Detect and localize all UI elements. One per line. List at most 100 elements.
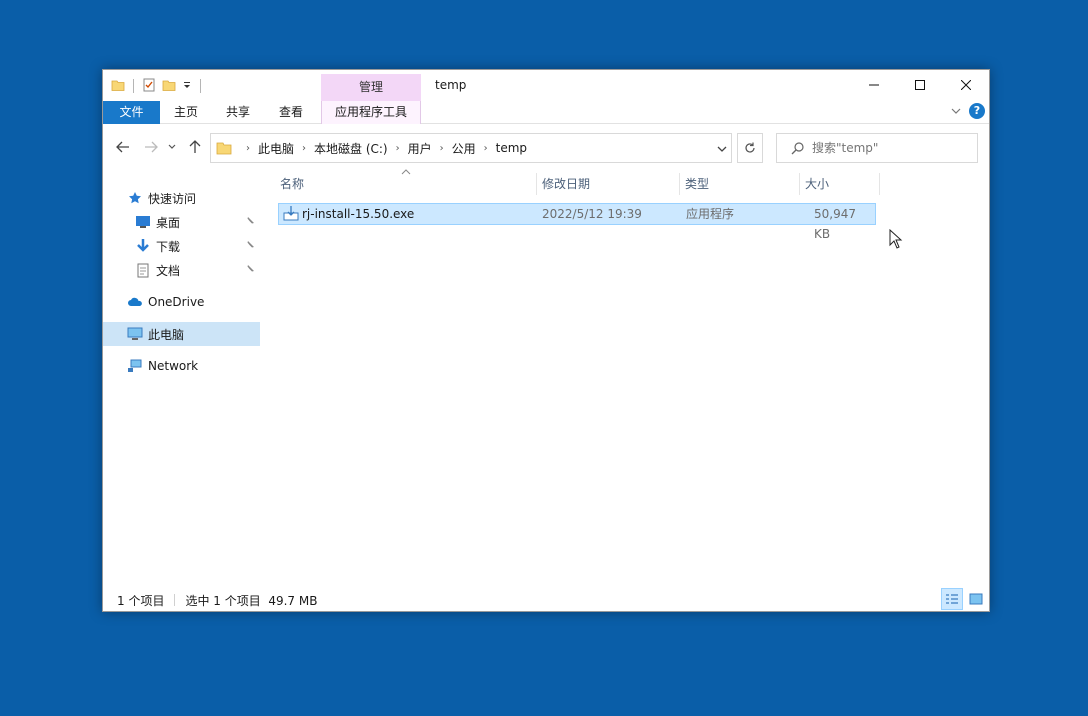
tab-view[interactable]: 查看 bbox=[268, 101, 314, 124]
nav-label: 快速访问 bbox=[148, 191, 197, 206]
column-header-name[interactable]: 名称 bbox=[274, 171, 536, 197]
back-arrow-icon bbox=[116, 141, 129, 153]
pin-icon[interactable] bbox=[245, 216, 255, 229]
installer-icon bbox=[283, 205, 299, 225]
breadcrumb-local-disk[interactable]: 本地磁盘 (C:) bbox=[314, 140, 388, 157]
search-input[interactable] bbox=[812, 141, 972, 155]
ribbon-right-controls: ? bbox=[951, 103, 985, 119]
pin-icon[interactable] bbox=[245, 264, 255, 277]
tab-file[interactable]: 文件 bbox=[103, 101, 160, 124]
desktop-icon bbox=[135, 214, 151, 230]
folder-icon bbox=[216, 140, 232, 156]
chevron-down-icon bbox=[168, 144, 176, 149]
forward-button[interactable] bbox=[141, 136, 161, 158]
nav-label: 文档 bbox=[156, 263, 181, 278]
details-view-button[interactable] bbox=[941, 588, 963, 610]
window-controls bbox=[851, 70, 989, 100]
cloud-icon bbox=[127, 294, 143, 310]
up-arrow-icon bbox=[189, 140, 201, 153]
mouse-cursor-icon bbox=[889, 228, 903, 252]
breadcrumb-public[interactable]: 公用 bbox=[452, 140, 476, 157]
close-button[interactable] bbox=[943, 70, 989, 100]
window-title: temp bbox=[435, 78, 467, 92]
column-header-size[interactable]: 大小 bbox=[799, 171, 879, 197]
nav-label: 下载 bbox=[156, 239, 181, 254]
network-icon bbox=[127, 358, 143, 374]
maximize-icon bbox=[915, 80, 925, 90]
refresh-button[interactable] bbox=[737, 133, 763, 163]
nav-label: 此电脑 bbox=[148, 327, 185, 342]
large-icons-view-button[interactable] bbox=[965, 588, 987, 610]
maximize-button[interactable] bbox=[897, 70, 943, 100]
explorer-window: 管理 temp 文件 主页 共享 查看 应用程序工具 ? › 此电脑 › 本地磁… bbox=[102, 69, 990, 612]
document-icon bbox=[135, 262, 151, 278]
title-bar: 管理 temp bbox=[103, 70, 989, 101]
breadcrumb: › 此电脑 › 本地磁盘 (C:) › 用户 › 公用 › temp bbox=[238, 140, 527, 157]
nav-quick-access[interactable]: 快速访问 bbox=[127, 186, 196, 210]
nav-onedrive[interactable]: OneDrive bbox=[127, 290, 204, 314]
file-size: 50,947 KB bbox=[814, 207, 856, 241]
minimize-icon bbox=[869, 84, 879, 86]
folder-icon bbox=[111, 78, 125, 95]
details-view-icon bbox=[946, 594, 958, 604]
nav-label: OneDrive bbox=[148, 295, 205, 309]
nav-desktop[interactable]: 桌面 bbox=[135, 210, 259, 234]
pin-icon[interactable] bbox=[245, 240, 255, 253]
nav-documents[interactable]: 文档 bbox=[135, 258, 259, 282]
nav-network[interactable]: Network bbox=[127, 354, 198, 378]
breadcrumb-separator-icon: › bbox=[302, 142, 307, 154]
address-bar[interactable]: › 此电脑 › 本地磁盘 (C:) › 用户 › 公用 › temp bbox=[210, 133, 732, 163]
nav-label: Network bbox=[148, 359, 199, 373]
breadcrumb-separator-icon: › bbox=[439, 142, 444, 154]
file-name[interactable]: rj-install-15.50.exe bbox=[302, 204, 414, 224]
breadcrumb-separator-icon: › bbox=[395, 142, 400, 154]
nav-this-pc[interactable]: 此电脑 bbox=[103, 322, 260, 346]
tab-application-tools[interactable]: 应用程序工具 bbox=[321, 101, 421, 124]
breadcrumb-temp[interactable]: temp bbox=[496, 141, 527, 155]
expand-ribbon-icon[interactable] bbox=[951, 104, 961, 118]
nav-label: 桌面 bbox=[156, 215, 181, 230]
breadcrumb-this-pc[interactable]: 此电脑 bbox=[258, 140, 294, 157]
ribbon-tabs: 文件 主页 共享 查看 应用程序工具 bbox=[103, 101, 989, 124]
quick-access-toolbar bbox=[111, 76, 203, 96]
breadcrumb-separator-icon: › bbox=[483, 142, 488, 154]
nav-downloads[interactable]: 下载 bbox=[135, 234, 259, 258]
computer-icon bbox=[127, 326, 143, 342]
file-type: 应用程序 bbox=[686, 207, 735, 221]
recent-locations-button[interactable] bbox=[166, 136, 178, 158]
help-icon[interactable]: ? bbox=[969, 103, 985, 119]
file-row[interactable]: rj-install-15.50.exe 2022/5/12 19:39 应用程… bbox=[278, 203, 876, 241]
large-icons-view-icon bbox=[969, 593, 983, 605]
star-icon bbox=[127, 190, 143, 206]
close-icon bbox=[961, 80, 971, 90]
new-folder-icon[interactable] bbox=[162, 78, 176, 95]
breadcrumb-separator-icon: › bbox=[246, 142, 250, 154]
up-button[interactable] bbox=[185, 136, 205, 158]
column-header-modified[interactable]: 修改日期 bbox=[536, 171, 679, 197]
download-icon bbox=[135, 238, 151, 254]
selection-info: 选中 1 个项目 49.7 MB bbox=[185, 594, 318, 608]
status-bar: 1 个项目 选中 1 个项目 49.7 MB bbox=[117, 592, 317, 609]
search-icon bbox=[791, 141, 804, 155]
minimize-button[interactable] bbox=[851, 70, 897, 100]
qat-separator bbox=[133, 79, 134, 93]
properties-icon[interactable] bbox=[142, 78, 156, 95]
tab-home[interactable]: 主页 bbox=[163, 101, 209, 124]
item-count: 1 个项目 bbox=[117, 594, 165, 608]
column-divider[interactable] bbox=[879, 173, 880, 195]
view-switcher bbox=[941, 588, 987, 610]
qat-separator bbox=[200, 79, 201, 93]
address-dropdown-icon[interactable] bbox=[717, 142, 727, 156]
breadcrumb-users[interactable]: 用户 bbox=[408, 140, 432, 157]
tab-share[interactable]: 共享 bbox=[215, 101, 261, 124]
search-box[interactable] bbox=[776, 133, 978, 163]
file-modified: 2022/5/12 19:39 bbox=[542, 207, 642, 221]
refresh-icon bbox=[745, 142, 755, 153]
context-tab-header: 管理 bbox=[321, 74, 421, 101]
navigation-pane: 快速访问 桌面 下载 文档 OneDrive 此电脑 Network bbox=[103, 172, 263, 572]
back-button[interactable] bbox=[113, 136, 133, 158]
qat-customize-icon[interactable] bbox=[182, 79, 192, 93]
forward-arrow-icon bbox=[145, 141, 158, 153]
column-header-type[interactable]: 类型 bbox=[679, 171, 799, 197]
status-separator bbox=[174, 594, 176, 606]
